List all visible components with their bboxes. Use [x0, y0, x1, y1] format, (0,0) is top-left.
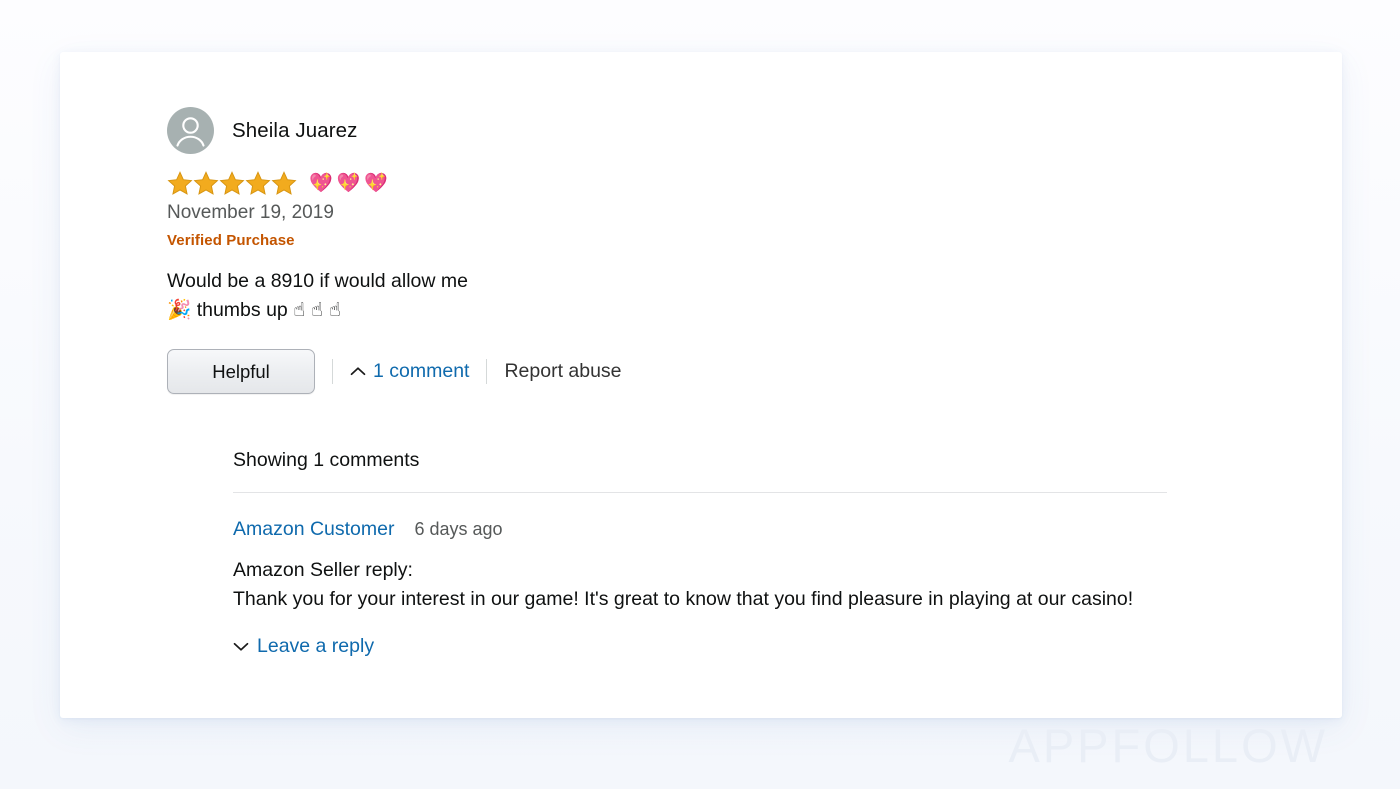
- rating-row[interactable]: 💖💖💖: [167, 171, 1312, 195]
- comments-divider: [233, 492, 1167, 493]
- helpful-button[interactable]: Helpful: [167, 349, 315, 394]
- review-text-line-1: Would be a 8910 if would allow me: [167, 267, 1312, 295]
- comment-header: Amazon Customer 6 days ago: [233, 518, 1167, 541]
- comment-body-line-1: Amazon Seller reply:: [233, 556, 1167, 585]
- report-abuse-link[interactable]: Report abuse: [504, 360, 621, 383]
- party-popper-icon: 🎉: [167, 298, 191, 321]
- avatar[interactable]: [167, 107, 214, 154]
- review-card-content: Sheila Juarez 💖💖💖 November 19, 2019 Veri…: [167, 107, 1312, 708]
- comment-count-label[interactable]: 1 comment: [373, 360, 469, 383]
- reviewer-name: Sheila Juarez: [232, 119, 358, 143]
- review-text-line-2: 🎉 thumbs up ☝☝☝: [167, 296, 1312, 324]
- comment-body: Amazon Seller reply: Thank you for your …: [233, 556, 1167, 613]
- showing-comments-label: Showing 1 comments: [233, 449, 1167, 472]
- star-icon: [167, 171, 193, 196]
- review-card: Sheila Juarez 💖💖💖 November 19, 2019 Veri…: [60, 52, 1342, 718]
- leave-reply-toggle[interactable]: Leave a reply: [233, 635, 1167, 658]
- star-rating[interactable]: [167, 171, 297, 196]
- action-separator: [332, 359, 333, 384]
- review-text: Would be a 8910 if would allow me 🎉 thum…: [167, 267, 1312, 324]
- comments-section: Showing 1 comments Amazon Customer 6 day…: [233, 449, 1167, 658]
- star-icon: [271, 171, 297, 196]
- verified-purchase-badge: Verified Purchase: [167, 232, 1312, 249]
- user-avatar-icon: [167, 107, 214, 154]
- review-actions: Helpful 1 comment Report abuse: [167, 349, 1312, 394]
- rating-emoji-suffix: 💖💖💖: [309, 174, 392, 193]
- comment-timestamp: 6 days ago: [414, 519, 502, 540]
- appfollow-watermark: APPFOLLOW: [1008, 718, 1328, 773]
- star-icon: [219, 171, 245, 196]
- review-date: November 19, 2019: [167, 202, 1312, 224]
- comment-toggle[interactable]: 1 comment: [350, 360, 469, 383]
- leave-reply-link[interactable]: Leave a reply: [257, 635, 374, 658]
- comment-item: Amazon Customer 6 days ago Amazon Seller…: [233, 518, 1167, 613]
- reviewer-header: Sheila Juarez: [167, 107, 1312, 154]
- comment-body-line-2: Thank you for your interest in our game!…: [233, 585, 1167, 614]
- chevron-up-icon: [350, 366, 366, 377]
- pointing-up-icons: ☝☝☝: [293, 298, 347, 321]
- review-text-line-2-text: thumbs up: [197, 299, 288, 321]
- chevron-down-icon: [233, 641, 249, 652]
- star-icon: [245, 171, 271, 196]
- action-separator: [486, 359, 487, 384]
- comment-author-link[interactable]: Amazon Customer: [233, 518, 394, 541]
- star-icon: [193, 171, 219, 196]
